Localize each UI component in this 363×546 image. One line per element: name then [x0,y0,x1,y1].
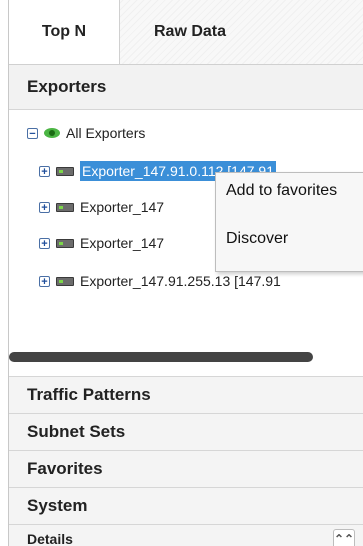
accordion-traffic-patterns[interactable]: Traffic Patterns [9,376,363,413]
horizontal-scrollbar[interactable] [9,352,313,362]
device-icon [56,276,74,286]
tree-item-exporter[interactable]: + Exporter_147 [39,196,164,218]
device-icon [56,202,74,212]
left-navigation-panel: Top N Raw Data Exporters − All Exporters… [8,0,363,546]
device-icon [56,238,74,248]
exporters-header[interactable]: Exporters [9,65,363,110]
accordion-subnet-sets[interactable]: Subnet Sets [9,413,363,450]
collapse-icon[interactable]: − [27,127,38,139]
expand-icon[interactable]: + [39,201,50,213]
tree-item-exporter[interactable]: + Exporter_147 [39,232,164,254]
tree-root-label[interactable]: All Exporters [66,125,145,141]
accordion-favorites[interactable]: Favorites [9,450,363,487]
double-chevron-up-icon[interactable]: ⌃⌃ [333,529,355,546]
tab-raw-data[interactable]: Raw Data [120,0,260,64]
details-label: Details [27,531,73,546]
tab-bar: Top N Raw Data [9,0,363,65]
tree-item-label[interactable]: Exporter_147.91.255.13 [147.91 [80,273,281,289]
menu-item-discover[interactable]: Discover [216,221,363,257]
tree-item-exporter[interactable]: + Exporter_147.91.255.13 [147.91 [39,270,281,292]
details-bar: Details ⌃⌃ [9,524,363,546]
accordion-system[interactable]: System [9,487,363,524]
expand-icon[interactable]: + [39,237,50,249]
tree-root-all-exporters[interactable]: − All Exporters [27,122,145,144]
context-menu: Add to favorites Discover [215,172,363,272]
expand-icon[interactable]: + [39,165,50,177]
tree-item-label[interactable]: Exporter_147 [80,199,164,215]
menu-item-add-to-favorites[interactable]: Add to favorites [216,173,363,209]
tree-item-label[interactable]: Exporter_147 [80,235,164,251]
expand-icon[interactable]: + [39,275,50,287]
tab-top-n[interactable]: Top N [9,0,120,64]
device-icon [56,166,74,176]
accordion-sections: Traffic Patterns Subnet Sets Favorites S… [9,376,363,546]
eye-icon [44,128,60,138]
